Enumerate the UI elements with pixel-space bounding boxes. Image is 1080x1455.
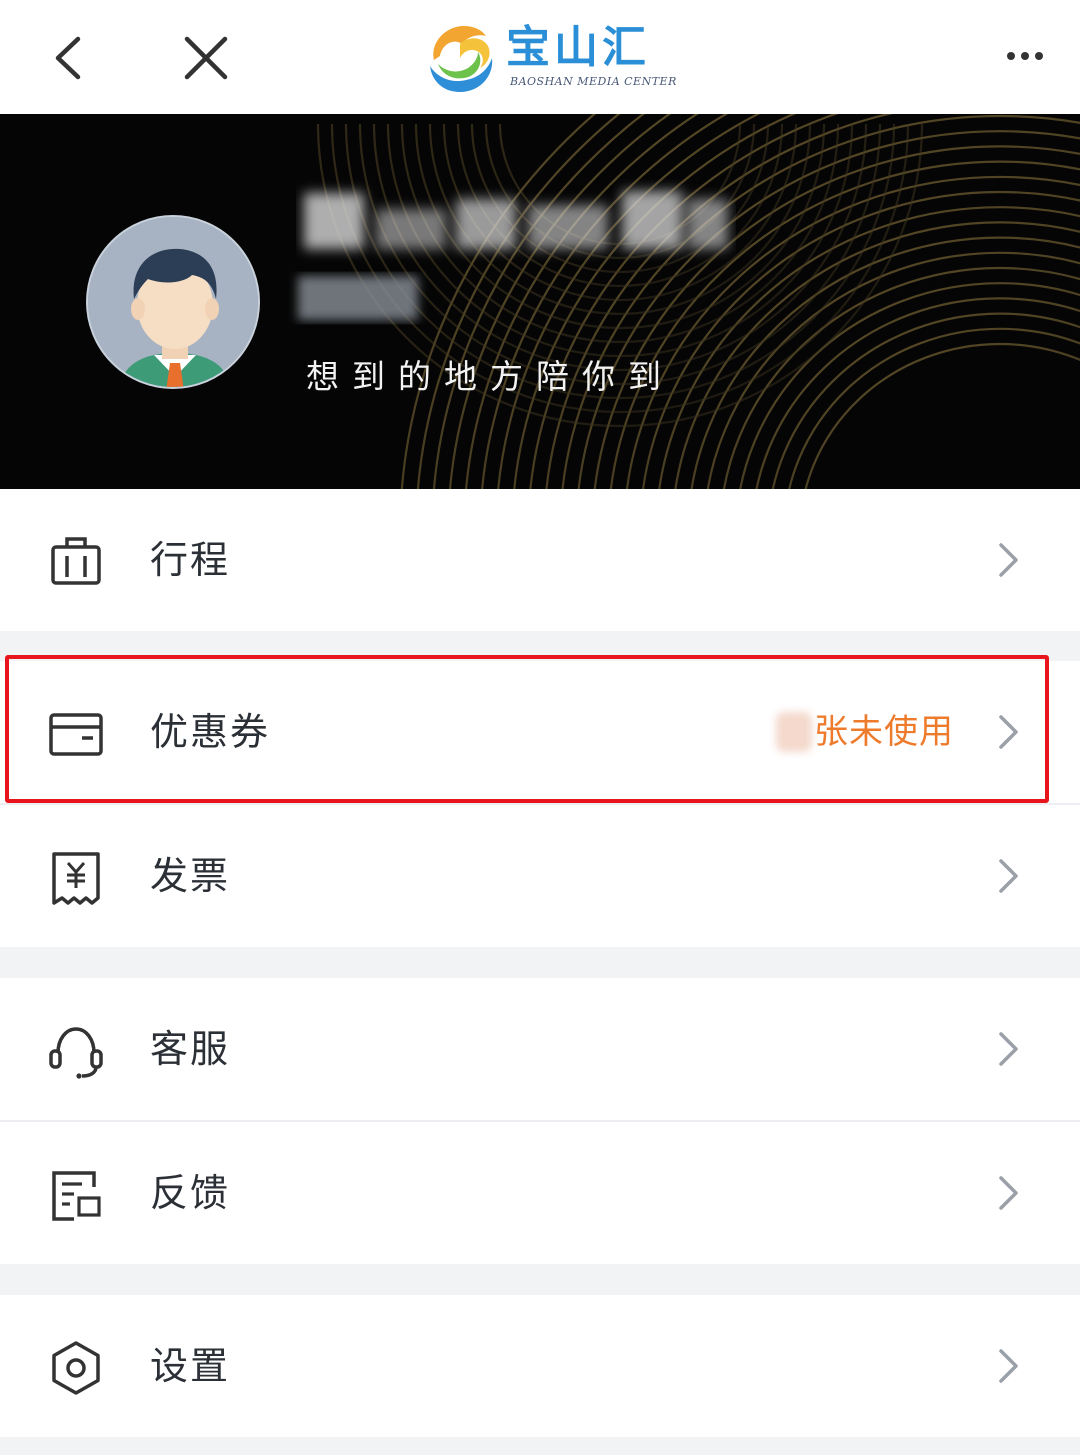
top-nav-bar: 宝山汇 BAOSHAN MEDIA CENTER bbox=[0, 0, 1080, 114]
menu-item-feedback[interactable]: 反馈 bbox=[0, 1122, 1080, 1264]
more-button[interactable] bbox=[990, 26, 1060, 86]
feedback-icon bbox=[52, 1171, 101, 1221]
profile-banner: 想到的地方陪你到 bbox=[0, 114, 1080, 489]
coupon-count-redacted bbox=[776, 712, 812, 752]
username-redacted bbox=[304, 191, 728, 249]
coupon-unused-label: 张未使用 bbox=[814, 712, 954, 752]
luggage-icon bbox=[51, 537, 101, 585]
close-icon bbox=[184, 36, 228, 80]
chevron-left-icon bbox=[55, 36, 81, 80]
menu-item-settings[interactable]: 设置 bbox=[0, 1295, 1080, 1437]
logo-mark-icon bbox=[430, 26, 493, 92]
menu-item-invoice[interactable]: 发票 bbox=[0, 805, 1080, 947]
chevron-right-icon bbox=[999, 543, 1018, 577]
chevron-right-icon bbox=[999, 859, 1018, 893]
user-avatar-icon bbox=[88, 217, 258, 387]
menu-item-label: 反馈 bbox=[150, 1171, 231, 1215]
banner-arc bbox=[497, 114, 761, 489]
banner-arc bbox=[561, 114, 1080, 489]
more-dots-icon bbox=[1007, 52, 1043, 60]
menu-item-itinerary[interactable]: 行程 bbox=[0, 489, 1080, 631]
menu-item-label: 设置 bbox=[150, 1344, 231, 1388]
wallet-icon bbox=[49, 713, 103, 756]
menu-item-label: 优惠券 bbox=[150, 710, 271, 754]
banner-arc bbox=[788, 327, 1080, 489]
menu-item-customer-service[interactable]: 客服 bbox=[0, 978, 1080, 1120]
profile-slogan: 想到的地方陪你到 bbox=[306, 357, 674, 396]
chevron-right-icon bbox=[999, 1349, 1018, 1383]
avatar[interactable] bbox=[86, 215, 260, 389]
menu-item-label: 客服 bbox=[150, 1027, 231, 1071]
chevron-right-icon bbox=[999, 715, 1018, 749]
chevron-right-icon bbox=[999, 1032, 1018, 1066]
close-button[interactable] bbox=[176, 28, 236, 88]
menu-item-label: 行程 bbox=[150, 538, 231, 582]
back-button[interactable] bbox=[40, 28, 100, 88]
menu-item-label: 发票 bbox=[150, 854, 231, 898]
banner-arc bbox=[449, 114, 672, 489]
app-logo: 宝山汇 BAOSHAN MEDIA CENTER bbox=[424, 18, 676, 96]
menu-item-coupons[interactable]: 优惠券 张未使用 bbox=[0, 661, 1080, 803]
settings-icon bbox=[52, 1341, 100, 1395]
banner-arc bbox=[804, 342, 1080, 489]
headset-icon bbox=[49, 1027, 103, 1079]
logo-name: 宝山汇 bbox=[506, 22, 650, 73]
invoice-icon bbox=[52, 852, 100, 905]
banner-arc bbox=[432, 114, 646, 489]
coupon-count: 张未使用 bbox=[776, 707, 954, 757]
chevron-right-icon bbox=[999, 1176, 1018, 1210]
username-redacted-2 bbox=[298, 276, 418, 320]
logo-subtitle: BAOSHAN MEDIA CENTER bbox=[510, 75, 677, 88]
